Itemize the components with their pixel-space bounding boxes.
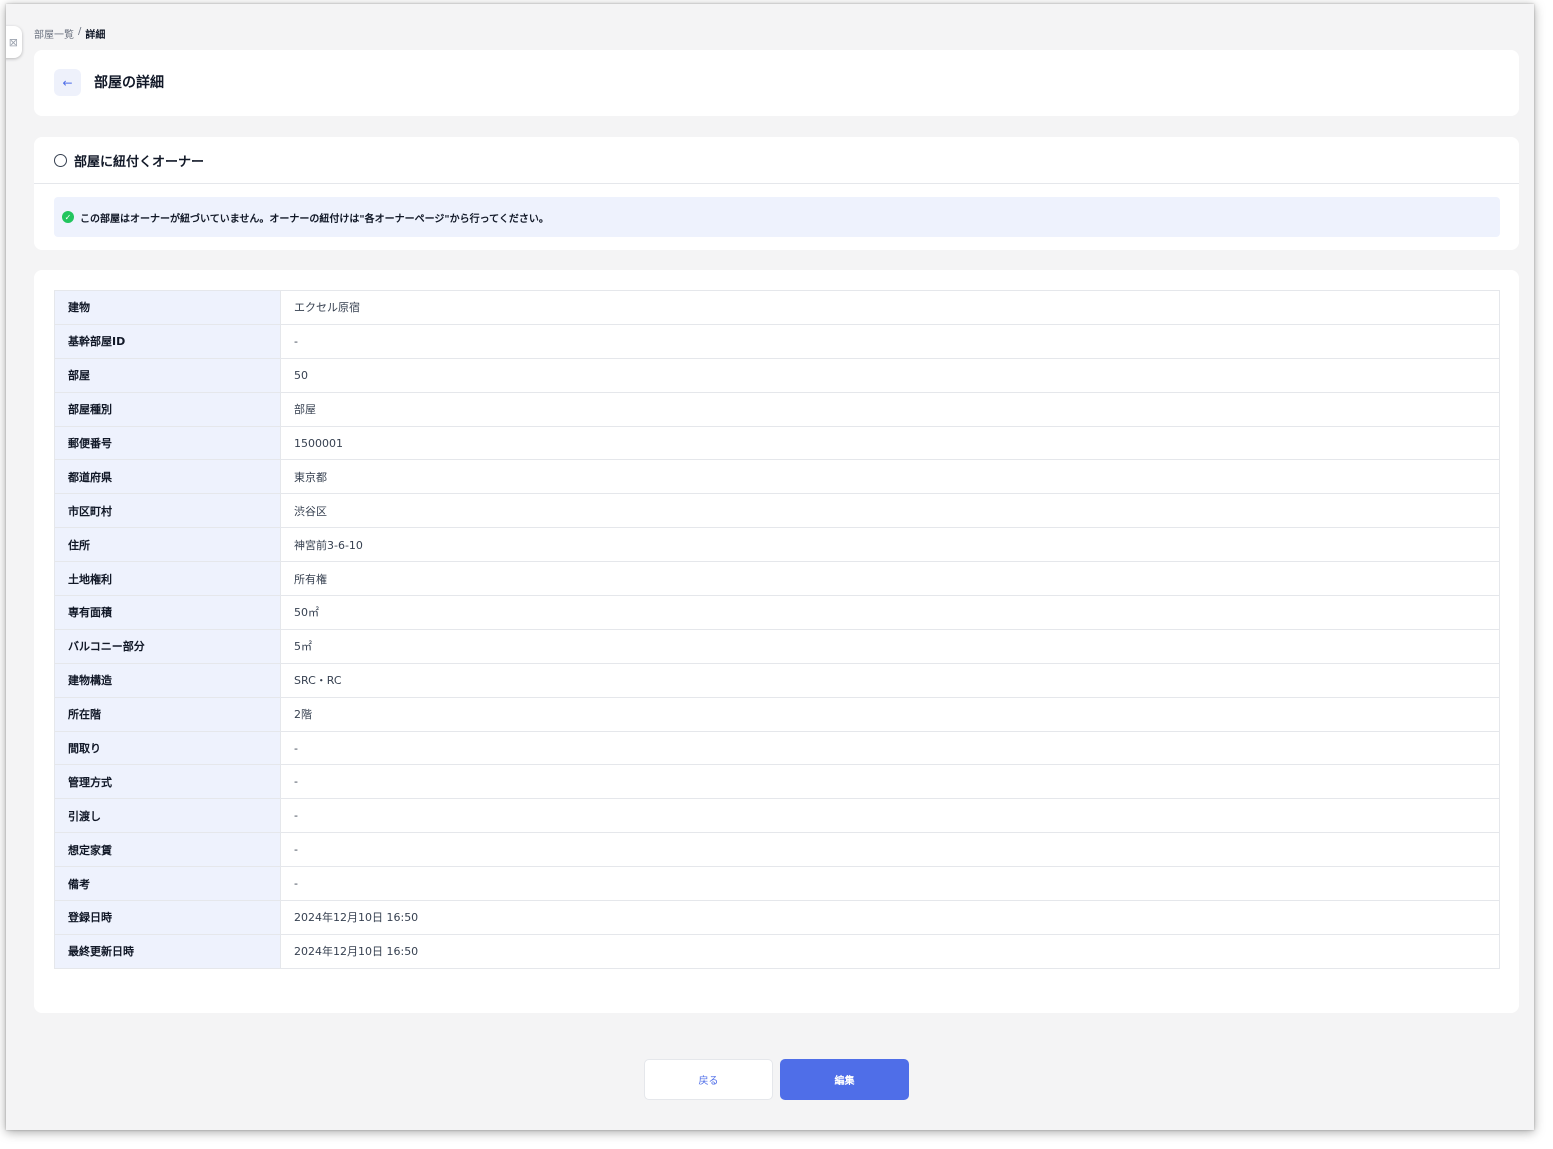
breadcrumb-parent-link[interactable]: 部屋一覧 — [34, 26, 74, 41]
row-label: 都道府県 — [54, 459, 281, 495]
row-label: 引渡し — [54, 798, 281, 834]
table-row: 建物構造 SRC・RC — [54, 662, 1500, 698]
table-row: 部屋種別 部屋 — [54, 391, 1500, 427]
table-row: 郵便番号 1500001 — [54, 425, 1500, 461]
room-detail-card: 建物 エクセル原宿 基幹部屋ID - 部屋 50 部屋種別 部屋 郵便番号 1500001 都道府県… — [34, 270, 1519, 1013]
row-value: - — [280, 832, 1500, 868]
room-detail-table: 建物 エクセル原宿 基幹部屋ID - 部屋 50 部屋種別 部屋 郵便番号 1500001 都道府県… — [54, 290, 1500, 969]
sidebar-toggle-button[interactable]: ⊠ — [6, 26, 22, 58]
arrow-left-icon: ← — [62, 75, 73, 90]
row-value: - — [280, 866, 1500, 902]
check-circle-icon: ✓ — [62, 211, 74, 223]
table-row: 最終更新日時 2024年12月10日 16:50 — [54, 933, 1500, 969]
row-value: 2024年12月10日 16:50 — [280, 933, 1500, 969]
table-row: バルコニー部分 5㎡ — [54, 628, 1500, 664]
row-label: 専有面積 — [54, 595, 281, 630]
row-value: - — [280, 323, 1500, 359]
row-value: - — [280, 764, 1500, 800]
row-label: 間取り — [54, 730, 281, 766]
table-row: 間取り - — [54, 730, 1500, 766]
sidebar-collapse-icon: ⊠ — [8, 35, 18, 49]
table-row: 所在階 2階 — [54, 696, 1500, 732]
row-label: 建物 — [54, 290, 281, 325]
row-value: 50㎡ — [280, 595, 1500, 630]
row-label: 市区町村 — [54, 493, 281, 529]
row-value: 神宮前3-6-10 — [280, 527, 1500, 563]
app-window: ⊠ 部屋一覧 / 詳細 ← 部屋の詳細 部屋に紐付くオーナー ✓ この部屋はオー… — [6, 4, 1534, 1130]
back-button[interactable]: 戻る — [644, 1059, 773, 1100]
row-value: 渋谷区 — [280, 493, 1500, 529]
row-label: 部屋種別 — [54, 391, 281, 427]
breadcrumb: 部屋一覧 / 詳細 — [34, 26, 105, 41]
row-value: 50 — [280, 357, 1500, 393]
table-row: 住所 神宮前3-6-10 — [54, 527, 1500, 563]
row-label: 備考 — [54, 866, 281, 902]
breadcrumb-current: 詳細 — [85, 30, 106, 41]
owner-info-message: この部屋はオーナーが紐づいていません。オーナーの紐付けは"各オーナーページ"から… — [80, 213, 549, 225]
owner-section-header: 部屋に紐付くオーナー — [34, 137, 1519, 184]
row-label: 所在階 — [54, 696, 281, 732]
owner-section-title: 部屋に紐付くオーナー — [74, 154, 205, 170]
row-label: 最終更新日時 — [54, 933, 281, 969]
row-value: 東京都 — [280, 459, 1500, 495]
table-row: 建物 エクセル原宿 — [54, 290, 1500, 325]
row-value: 所有権 — [280, 561, 1500, 597]
row-value: SRC・RC — [280, 662, 1500, 698]
owner-section-card: 部屋に紐付くオーナー ✓ この部屋はオーナーが紐づいていません。オーナーの紐付け… — [34, 137, 1519, 250]
table-row: 基幹部屋ID - — [54, 323, 1500, 359]
table-row: 部屋 50 — [54, 357, 1500, 393]
table-row: 土地権利 所有権 — [54, 561, 1500, 597]
row-label: 郵便番号 — [54, 425, 281, 461]
table-row: 引渡し - — [54, 798, 1500, 834]
row-value: 5㎡ — [280, 628, 1500, 664]
edit-button[interactable]: 編集 — [780, 1059, 909, 1100]
row-label: 想定家賃 — [54, 832, 281, 868]
row-label: バルコニー部分 — [54, 628, 281, 664]
row-value: - — [280, 730, 1500, 766]
row-label: 管理方式 — [54, 764, 281, 800]
table-row: 備考 - — [54, 866, 1500, 902]
row-value: - — [280, 798, 1500, 834]
row-label: 登録日時 — [54, 900, 281, 935]
table-row: 登録日時 2024年12月10日 16:50 — [54, 900, 1500, 935]
user-circle-icon — [54, 153, 67, 167]
row-value: 2階 — [280, 696, 1500, 732]
breadcrumb-separator: / — [78, 26, 82, 37]
row-value: 部屋 — [280, 391, 1500, 427]
row-label: 建物構造 — [54, 662, 281, 698]
row-label: 基幹部屋ID — [54, 323, 281, 359]
row-label: 住所 — [54, 527, 281, 563]
row-value: 1500001 — [280, 425, 1500, 461]
row-label: 土地権利 — [54, 561, 281, 597]
page-header-card: ← 部屋の詳細 — [34, 50, 1519, 116]
page-title: 部屋の詳細 — [94, 75, 164, 91]
row-label: 部屋 — [54, 357, 281, 393]
table-row: 都道府県 東京都 — [54, 459, 1500, 495]
table-row: 想定家賃 - — [54, 832, 1500, 868]
row-value: 2024年12月10日 16:50 — [280, 900, 1500, 935]
table-row: 市区町村 渋谷区 — [54, 493, 1500, 529]
table-row: 専有面積 50㎡ — [54, 595, 1500, 630]
back-arrow-button[interactable]: ← — [54, 69, 81, 96]
table-row: 管理方式 - — [54, 764, 1500, 800]
owner-info-alert: ✓ この部屋はオーナーが紐づいていません。オーナーの紐付けは"各オーナーページ"… — [54, 197, 1500, 237]
row-value: エクセル原宿 — [280, 290, 1500, 325]
